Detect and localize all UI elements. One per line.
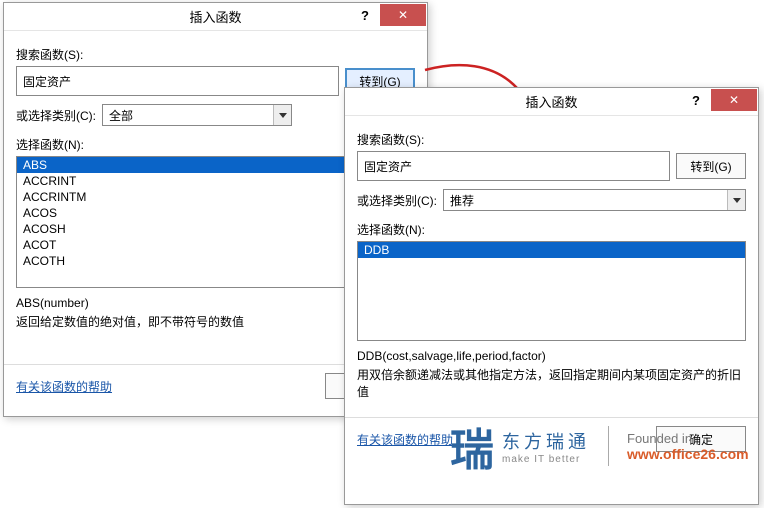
- separator: [608, 426, 609, 466]
- founded-text: Founded in: [627, 431, 749, 446]
- list-item[interactable]: DDB: [358, 242, 745, 258]
- category-value: 推荐: [443, 189, 746, 211]
- chevron-down-icon[interactable]: [273, 105, 291, 125]
- dialog-body: 搜索函数(S): 转到(G) 或选择类别(C): 推荐 选择函数(N): DDB…: [345, 116, 758, 417]
- logo-en: make IT better: [502, 454, 590, 465]
- category-combo[interactable]: 推荐: [443, 189, 746, 211]
- search-row: 转到(G): [357, 151, 746, 181]
- help-button[interactable]: ?: [350, 4, 380, 26]
- close-icon: ✕: [729, 93, 739, 107]
- function-listbox[interactable]: DDB: [357, 241, 746, 341]
- category-value: 全部: [102, 104, 292, 126]
- close-button[interactable]: ✕: [380, 4, 426, 26]
- search-label: 搜索函数(S):: [357, 131, 746, 148]
- help-link[interactable]: 有关该函数的帮助: [16, 378, 112, 395]
- help-link[interactable]: 有关该函数的帮助: [357, 431, 453, 448]
- watermark-logo: 瑞 东方瑞通 make IT better Founded in www.off…: [450, 410, 750, 482]
- help-button[interactable]: ?: [681, 89, 711, 111]
- logo-right: Founded in www.office26.com: [627, 431, 749, 462]
- search-input[interactable]: [16, 66, 339, 96]
- logo-cn: 东方瑞通: [502, 428, 590, 454]
- titlebar-buttons: ? ✕: [350, 3, 427, 31]
- logo-glyph: 瑞: [450, 414, 494, 478]
- category-combo[interactable]: 全部: [102, 104, 292, 126]
- close-button[interactable]: ✕: [711, 89, 757, 111]
- category-label: 或选择类别(C):: [357, 192, 437, 209]
- function-description: 用双倍余额递减法或其他指定方法，返回指定期间内某项固定资产的折旧值: [357, 366, 746, 400]
- category-label: 或选择类别(C):: [16, 107, 96, 124]
- search-label: 搜索函数(S):: [16, 46, 415, 63]
- logo-text: 东方瑞通 make IT better: [502, 428, 590, 465]
- select-function-label: 选择函数(N):: [357, 221, 746, 238]
- titlebar-buttons: ? ✕: [681, 88, 758, 116]
- close-icon: ✕: [398, 8, 408, 22]
- function-signature: DDB(cost,salvage,life,period,factor): [357, 349, 746, 363]
- dialog-title: 插入函数: [525, 92, 577, 111]
- titlebar[interactable]: 插入函数 ? ✕: [345, 88, 758, 116]
- chevron-down-icon[interactable]: [727, 190, 745, 210]
- search-input[interactable]: [357, 151, 670, 181]
- dialog-title: 插入函数: [189, 7, 241, 26]
- site-text: www.office26.com: [627, 446, 749, 462]
- category-row: 或选择类别(C): 推荐: [357, 189, 746, 211]
- description-area: DDB(cost,salvage,life,period,factor) 用双倍…: [357, 349, 746, 407]
- go-button[interactable]: 转到(G): [676, 153, 746, 179]
- titlebar[interactable]: 插入函数 ? ✕: [4, 3, 427, 31]
